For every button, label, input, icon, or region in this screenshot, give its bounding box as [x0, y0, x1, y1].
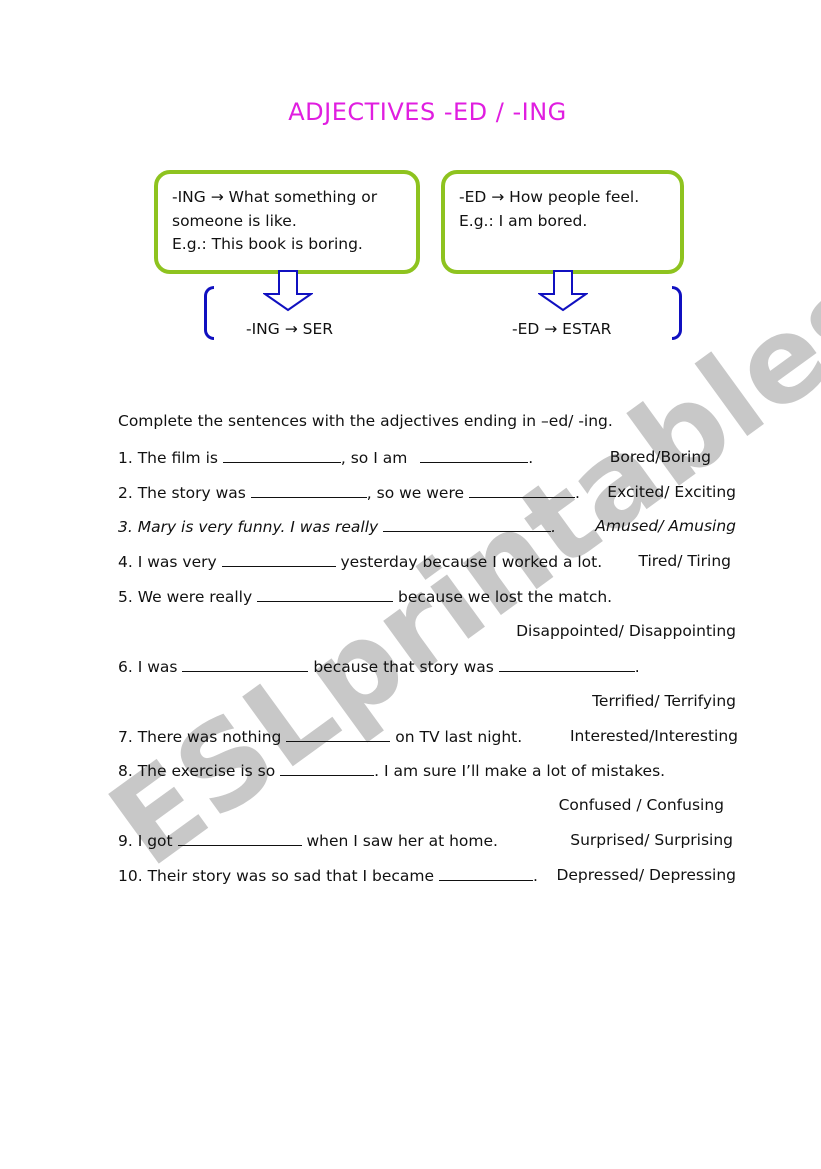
sentence-4: 4. I was very yesterday because I worked… [118, 552, 602, 571]
answer-blank[interactable] [222, 448, 341, 463]
options-6: Terrified/ Terrifying [592, 692, 736, 710]
options-10: Depressed/ Depressing [556, 866, 736, 884]
options-1: Bored/Boring [609, 448, 711, 466]
sentence-text: yesterday because I worked a lot. [335, 553, 603, 571]
sentence-text: 6. I was [118, 658, 183, 676]
options-9: Surprised/ Surprising [570, 831, 733, 849]
answer-blank[interactable] [286, 727, 391, 742]
rule-line: someone is like. [172, 211, 297, 230]
left-bracket [204, 286, 214, 340]
sentence-6: 6. I was because that story was . [118, 657, 640, 676]
answer-blank[interactable] [221, 552, 336, 567]
rule-line: E.g.: This book is boring. [172, 235, 363, 253]
sentence-text: 7. There was nothing [118, 728, 287, 746]
options-7: Interested/Interesting [569, 727, 738, 745]
options-8: Confused / Confusing [558, 796, 724, 814]
sentence-text: 1. The film is [118, 449, 223, 467]
right-bracket [672, 286, 682, 340]
sentence-text: . [574, 484, 580, 502]
rule-line: -ED → How people feel. [459, 188, 640, 206]
sentence-text: . I am sure I’ll make a lot of mistakes. [374, 762, 666, 780]
answer-blank[interactable] [250, 483, 367, 498]
answer-blank[interactable] [468, 483, 575, 498]
sentence-1: 1. The film is , so I am . [118, 448, 533, 467]
sentence-text: . [528, 449, 534, 467]
translation-ed: -ED → ESTAR [512, 320, 612, 338]
answer-blank[interactable] [257, 587, 394, 602]
sentence-text: on TV last night. [390, 728, 523, 746]
sentence-text: 10. Their story was so sad that I became [118, 867, 439, 885]
down-arrow-icon [263, 270, 313, 312]
sentence-text: 9. I got [118, 832, 178, 850]
sentence-8: 8. The exercise is so . I am sure I’ll m… [118, 761, 665, 780]
sentence-9: 9. I got when I saw her at home. [118, 831, 498, 850]
options-3: Amused/ Amusing [595, 517, 736, 535]
sentence-text: because that story was [308, 658, 499, 676]
answer-blank[interactable] [177, 831, 302, 846]
sentence-5: 5. We were really because we lost the ma… [118, 587, 612, 606]
options-5: Disappointed/ Disappointing [516, 622, 736, 640]
down-arrow-icon [538, 270, 588, 312]
sentence-text: . [551, 518, 557, 536]
options-4: Tired/ Tiring [638, 552, 732, 570]
sentence-text: . [532, 867, 538, 885]
sentence-text: 5. We were really [118, 588, 258, 606]
rule-box-ed: -ED → How people feel. E.g.: I am bored. [441, 170, 684, 274]
options-2: Excited/ Exciting [607, 483, 736, 501]
sentence-text: 3. Mary is very funny. I was really [118, 518, 384, 536]
sentence-text: because we lost the match. [393, 588, 613, 606]
sentence-text: 4. I was very [118, 553, 222, 571]
sentence-7: 7. There was nothing on TV last night. [118, 727, 522, 746]
answer-blank[interactable] [498, 657, 635, 672]
answer-blank[interactable] [280, 761, 375, 776]
sentence-text: , so I am [340, 449, 413, 467]
answer-blank[interactable] [420, 448, 529, 463]
sentence-text: when I saw her at home. [301, 832, 498, 850]
sentence-text: , so we were [366, 484, 469, 502]
sentence-text: 8. The exercise is so [118, 762, 281, 780]
answer-blank[interactable] [383, 517, 552, 532]
sentence-2: 2. The story was , so we were . [118, 483, 580, 502]
page-title: ADJECTIVES -ED / -ING [288, 98, 567, 126]
rule-line: E.g.: I am bored. [459, 211, 588, 230]
rule-line: -ING → What something or [172, 188, 378, 206]
answer-blank[interactable] [182, 657, 309, 672]
sentence-text: 2. The story was [118, 484, 251, 502]
translation-ing: -ING → SER [246, 320, 334, 338]
rule-box-ing: -ING → What something or someone is like… [154, 170, 420, 274]
sentence-10: 10. Their story was so sad that I became… [118, 866, 538, 885]
sentence-text: . [634, 658, 640, 676]
answer-blank[interactable] [438, 866, 533, 881]
sentence-3: 3. Mary is very funny. I was really . [118, 517, 556, 536]
instructions: Complete the sentences with the adjectiv… [118, 412, 613, 430]
